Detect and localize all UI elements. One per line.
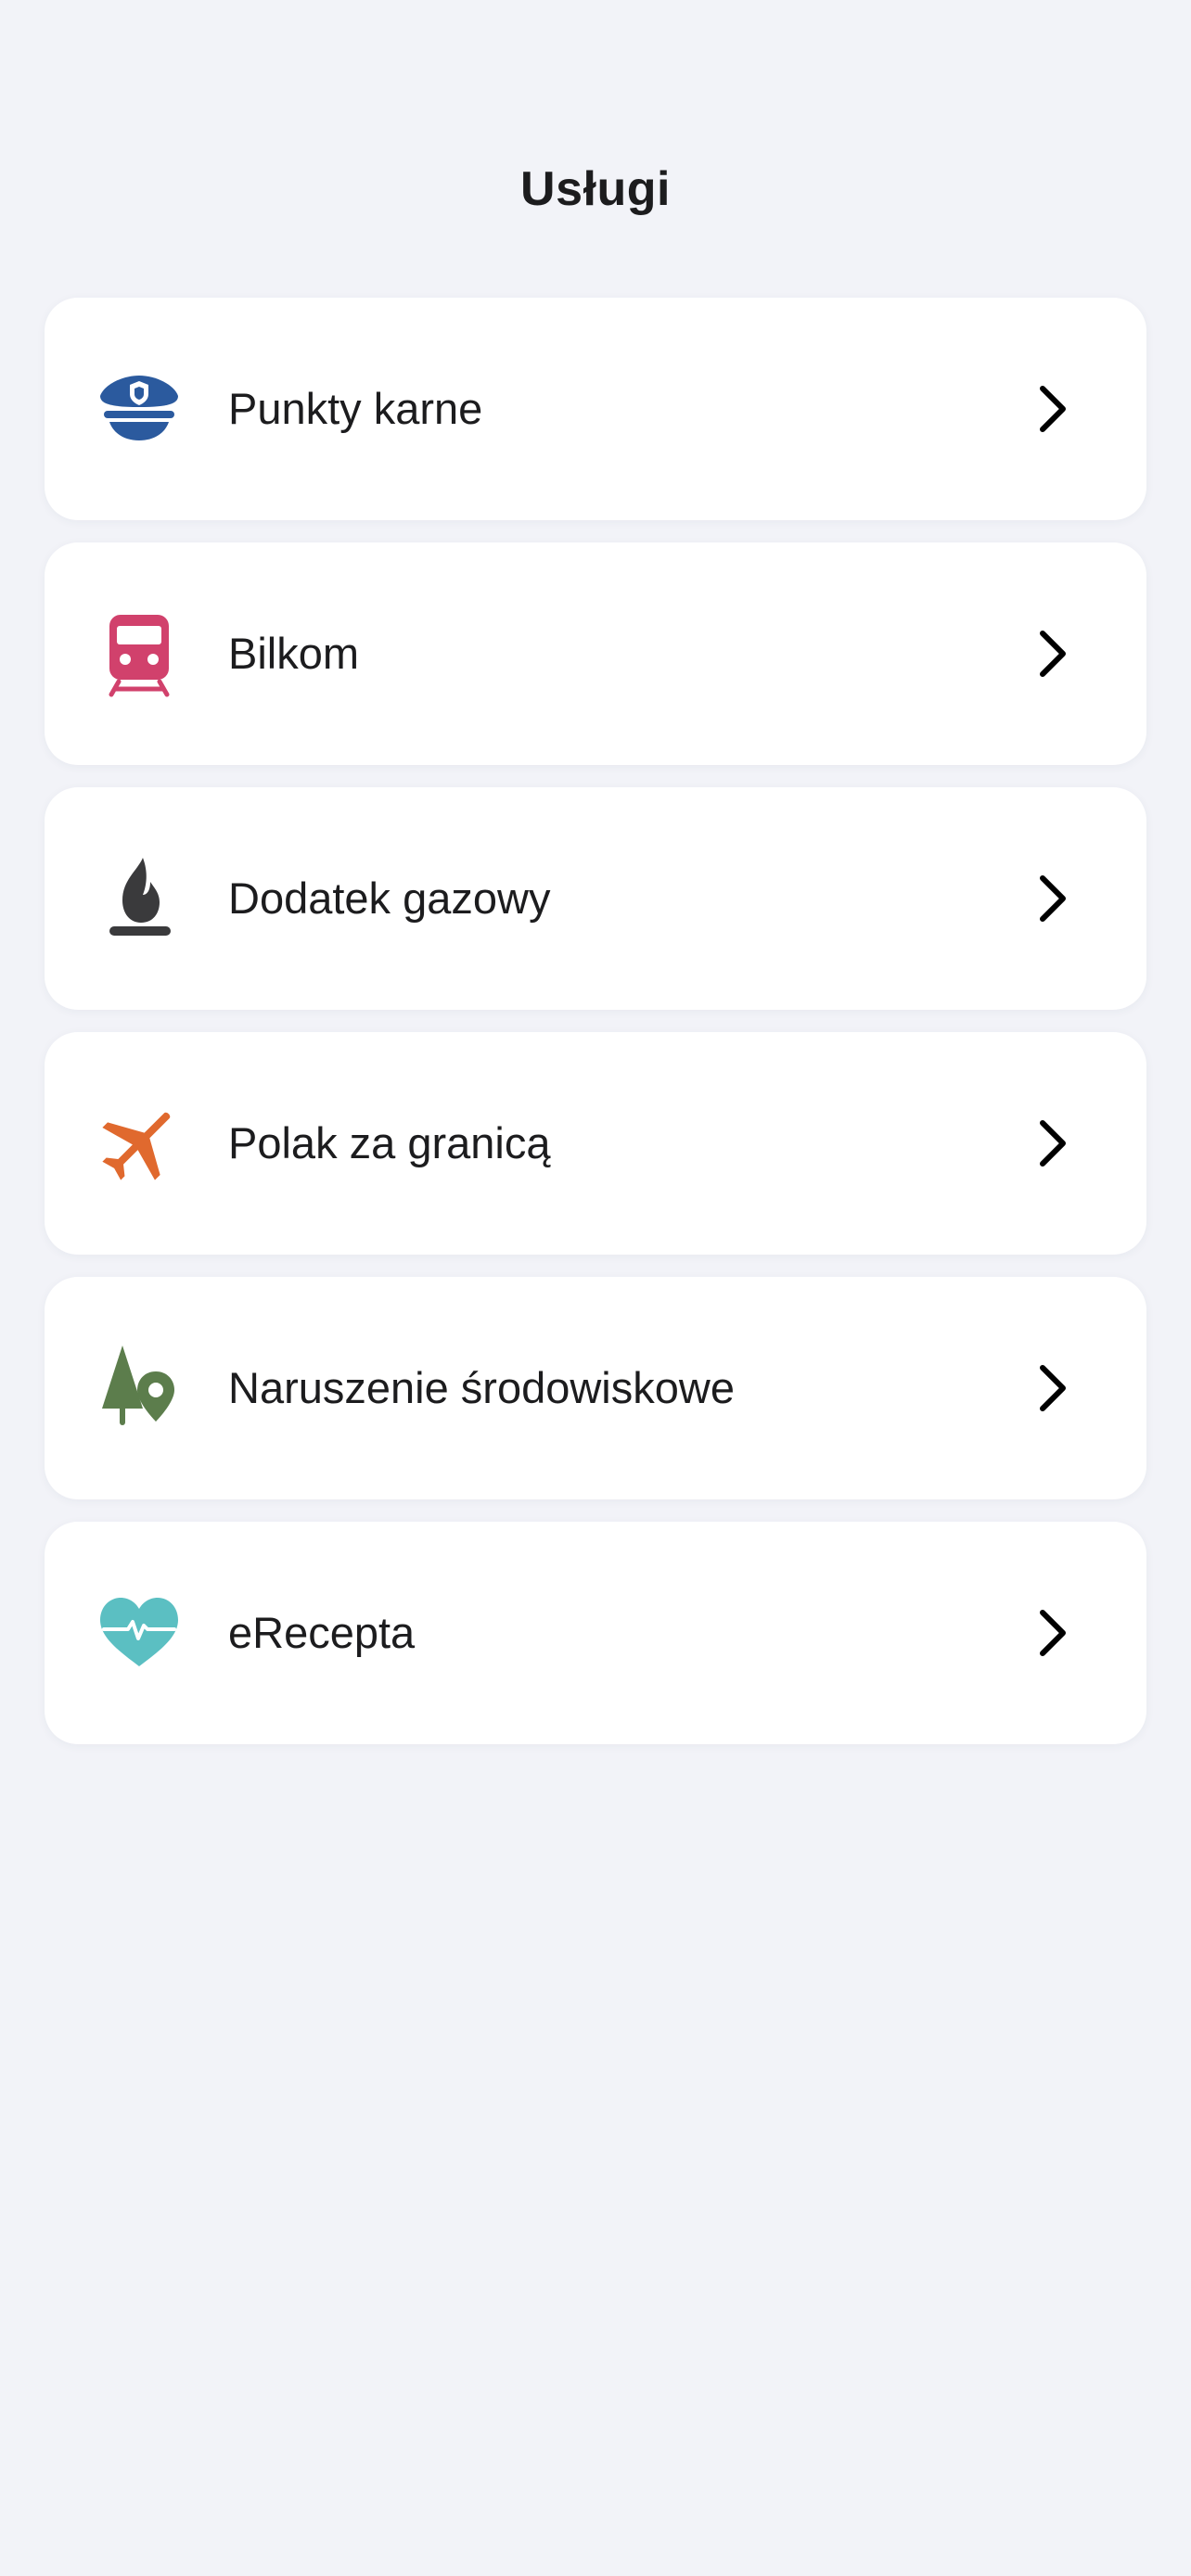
chevron-right-icon (1024, 381, 1080, 437)
gas-flame-icon (95, 854, 184, 943)
chevron-right-icon (1024, 1605, 1080, 1661)
service-dodatek-gazowy[interactable]: Dodatek gazowy (45, 787, 1146, 1010)
services-list: Punkty karne Bilkom Dodatek gazowy Polak… (45, 298, 1146, 1766)
service-label: Polak za granicą (228, 1118, 551, 1167)
page-title: Usługi (520, 162, 671, 216)
airplane-icon (95, 1099, 184, 1188)
service-label: Punkty karne (228, 384, 483, 433)
chevron-right-icon (1024, 1116, 1080, 1171)
service-punkty-karne[interactable]: Punkty karne (45, 298, 1146, 520)
chevron-right-icon (1024, 1360, 1080, 1416)
heart-pulse-icon (95, 1588, 184, 1677)
service-bilkom[interactable]: Bilkom (45, 542, 1146, 765)
train-icon (95, 609, 184, 698)
service-erecepta[interactable]: eRecepta (45, 1522, 1146, 1744)
service-label: Naruszenie środowiskowe (228, 1363, 735, 1412)
service-polak-za-granica[interactable]: Polak za granicą (45, 1032, 1146, 1255)
chevron-right-icon (1024, 871, 1080, 926)
service-label: eRecepta (228, 1608, 416, 1657)
police-cap-icon (95, 364, 184, 453)
service-naruszenie-srodowiskowe[interactable]: Naruszenie środowiskowe (45, 1277, 1146, 1499)
service-label: Dodatek gazowy (228, 874, 551, 923)
service-label: Bilkom (228, 629, 360, 678)
tree-location-icon (95, 1344, 184, 1433)
chevron-right-icon (1024, 626, 1080, 682)
